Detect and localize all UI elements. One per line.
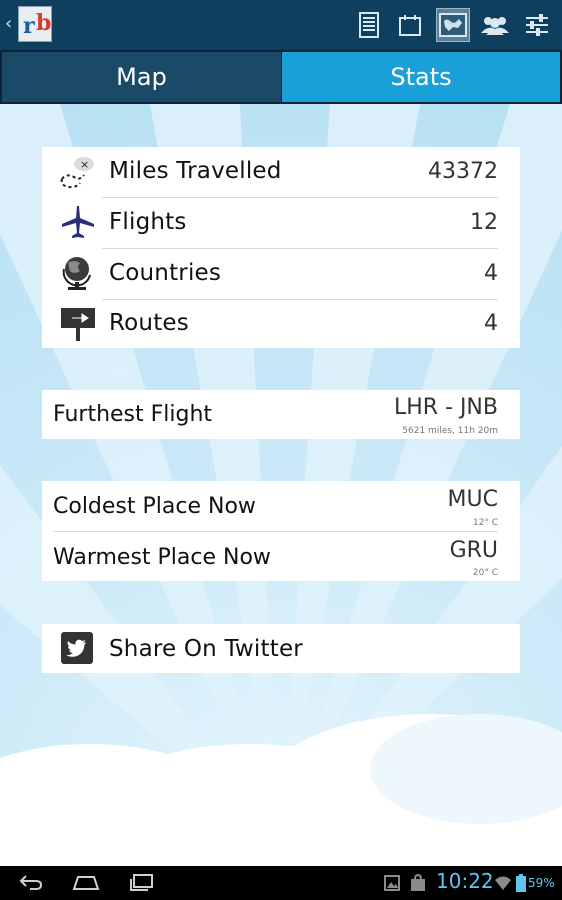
tab-map[interactable]: Map [0, 50, 281, 104]
stats-row-countries: Countries 4 [42, 249, 520, 299]
warmest-row[interactable]: Warmest Place Now GRU 20° C [42, 532, 520, 581]
signpost-icon [61, 308, 95, 341]
svg-text:×: × [80, 158, 89, 171]
furthest-flight-label: Furthest Flight [53, 402, 213, 427]
furthest-flight-detail: 5621 miles, 11h 20m [402, 426, 498, 436]
people-icon[interactable] [478, 8, 512, 42]
coldest-label: Coldest Place Now [53, 494, 256, 519]
back-chevron-icon[interactable]: ‹ [5, 13, 12, 34]
back-icon[interactable] [18, 871, 44, 893]
globe-icon [62, 257, 91, 290]
miles-label: Miles Travelled [109, 158, 282, 184]
tab-bar: Map Stats [0, 50, 562, 104]
image-notification-icon [384, 875, 400, 891]
map-icon[interactable] [436, 8, 470, 42]
share-twitter-label: Share On Twitter [109, 636, 303, 662]
calendar-icon[interactable] [393, 8, 427, 42]
system-nav-bar: 10:22 59% [0, 866, 562, 900]
shopping-bag-icon [411, 874, 425, 891]
recent-apps-icon[interactable] [128, 871, 156, 893]
app-logo[interactable]: r b [18, 6, 52, 42]
furthest-flight-route: LHR - JNB [393, 395, 498, 420]
logo-letter-b: b [36, 10, 52, 36]
settings-sliders-icon[interactable] [520, 8, 554, 42]
stats-card: × Miles Travelled 43372 Flights 12 Count… [42, 147, 520, 348]
stats-row-routes: Routes 4 [42, 300, 520, 348]
action-bar: ‹ r b [0, 0, 562, 50]
route-map-icon: × [60, 157, 94, 189]
airplane-icon [62, 206, 94, 238]
battery-icon [516, 874, 526, 892]
list-icon[interactable] [352, 8, 386, 42]
warmest-label: Warmest Place Now [53, 545, 271, 570]
battery-percent: 59% [528, 876, 555, 890]
tab-stats[interactable]: Stats [281, 50, 562, 104]
wifi-icon [495, 876, 511, 890]
furthest-flight-card[interactable]: Furthest Flight LHR - JNB 5621 miles, 11… [42, 390, 520, 439]
twitter-icon [61, 632, 93, 664]
warmest-value: GRU [449, 538, 498, 563]
countries-value: 4 [484, 261, 498, 286]
flights-value: 12 [470, 210, 498, 235]
logo-letter-r: r [23, 13, 35, 39]
stats-row-miles: × Miles Travelled 43372 [42, 147, 520, 197]
home-icon[interactable] [72, 871, 100, 893]
routes-label: Routes [109, 310, 189, 336]
stats-row-flights: Flights 12 [42, 198, 520, 248]
miles-value: 43372 [428, 159, 498, 184]
routes-value: 4 [484, 311, 498, 336]
clock: 10:22 [436, 869, 494, 893]
weather-card: Coldest Place Now MUC 12° C Warmest Plac… [42, 481, 520, 581]
share-twitter-button[interactable]: Share On Twitter [42, 624, 520, 673]
countries-label: Countries [109, 260, 222, 286]
coldest-temp: 12° C [472, 518, 498, 528]
flights-label: Flights [109, 209, 187, 235]
coldest-value: MUC [447, 487, 498, 512]
warmest-temp: 20° C [472, 568, 498, 578]
coldest-row[interactable]: Coldest Place Now MUC 12° C [42, 481, 520, 531]
